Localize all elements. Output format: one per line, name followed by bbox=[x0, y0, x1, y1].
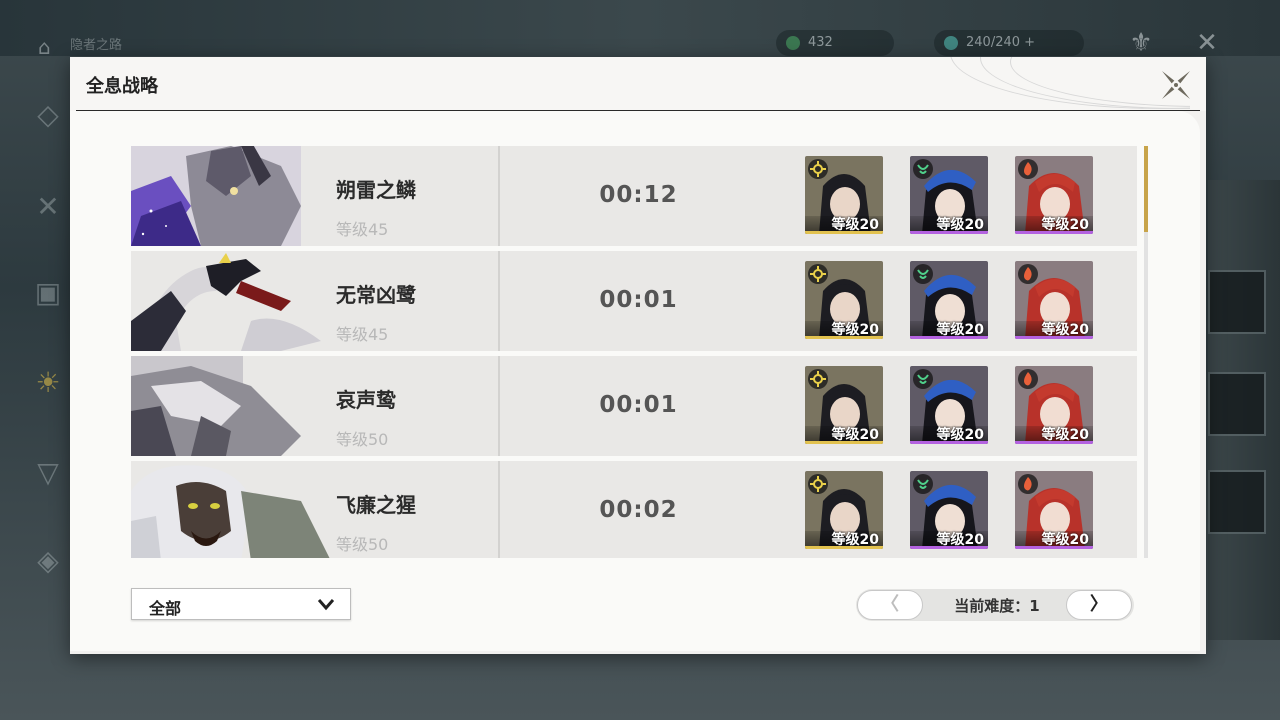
rarity-bar bbox=[910, 336, 988, 339]
side-nav-icon: ☀ bbox=[35, 366, 61, 399]
team-member-3[interactable]: 等级20 bbox=[1015, 366, 1093, 444]
spectro-icon bbox=[808, 474, 828, 494]
aero-icon bbox=[913, 369, 933, 389]
boss-record-list[interactable]: 朔雷之鳞 等级45 00:12 等级20 等级20 等级20 无常凶鹭 等级45… bbox=[131, 146, 1137, 558]
rarity-bar bbox=[910, 546, 988, 549]
boss-name: 朔雷之鳞 bbox=[336, 178, 416, 202]
side-nav-icon: ◈ bbox=[37, 544, 59, 577]
boss-record-row[interactable]: 无常凶鹭 等级45 00:01 等级20 等级20 等级20 bbox=[131, 251, 1137, 351]
team-member-3[interactable]: 等级20 bbox=[1015, 471, 1093, 549]
boss-portrait bbox=[131, 146, 331, 246]
row-divider bbox=[498, 251, 500, 351]
team-member-1[interactable]: 等级20 bbox=[805, 261, 883, 339]
scroll-thumb[interactable] bbox=[1144, 146, 1148, 232]
rarity-bar bbox=[805, 546, 883, 549]
side-nav-icon: ◇ bbox=[37, 98, 59, 131]
next-difficulty-button[interactable]: 〉 bbox=[1066, 590, 1132, 620]
currency-pill-1: 432 bbox=[776, 30, 894, 56]
spectro-icon bbox=[808, 264, 828, 284]
aero-icon bbox=[913, 264, 933, 284]
boss-level: 等级45 bbox=[336, 325, 389, 344]
boss-portrait bbox=[131, 251, 331, 351]
boss-record-row[interactable]: 飞廉之猩 等级50 00:02 等级20 等级20 等级20 bbox=[131, 461, 1137, 558]
boss-name: 飞廉之猩 bbox=[336, 493, 416, 517]
clear-time: 00:12 bbox=[599, 182, 678, 208]
header-decoration bbox=[910, 57, 1190, 111]
row-divider bbox=[498, 461, 500, 558]
fusion-icon bbox=[1018, 369, 1038, 389]
team-member-3[interactable]: 等级20 bbox=[1015, 261, 1093, 339]
currency-icon bbox=[786, 35, 800, 50]
bg-close-icon: ✕ bbox=[1196, 28, 1218, 58]
dialog-header: 全息战略 bbox=[70, 57, 1206, 111]
side-nav-icon: ▣ bbox=[34, 276, 62, 309]
fusion-icon bbox=[1018, 474, 1038, 494]
holographic-strategy-dialog: 全息战略 朔雷之鳞 等级45 00:12 等级20 等级20 等级20 无常凶鹭… bbox=[70, 57, 1206, 654]
filter-dropdown[interactable]: 全部 bbox=[131, 588, 351, 620]
rarity-bar bbox=[910, 441, 988, 444]
boss-portrait bbox=[131, 461, 331, 558]
team-member-2[interactable]: 等级20 bbox=[910, 471, 988, 549]
rarity-bar bbox=[910, 231, 988, 234]
background-card bbox=[1208, 372, 1266, 436]
stamina-icon bbox=[944, 35, 958, 50]
difficulty-pager: 〈 当前难度：1 〉 bbox=[856, 589, 1134, 621]
current-difficulty-label: 当前难度：1 bbox=[954, 597, 1040, 615]
aero-icon bbox=[913, 474, 933, 494]
fusion-icon bbox=[1018, 264, 1038, 284]
spectro-icon bbox=[808, 369, 828, 389]
currency-pill-2: 240/240 + bbox=[934, 30, 1084, 56]
rarity-bar bbox=[1015, 546, 1093, 549]
side-nav-icon: ▽ bbox=[37, 456, 59, 489]
dialog-title: 全息战略 bbox=[86, 76, 158, 97]
rarity-bar bbox=[805, 336, 883, 339]
clear-time: 00:01 bbox=[599, 392, 678, 418]
side-nav-icon: ✕ bbox=[36, 190, 60, 223]
background-card bbox=[1208, 470, 1266, 534]
filter-selected-label: 全部 bbox=[149, 599, 182, 618]
spectro-icon bbox=[808, 159, 828, 179]
team-member-2[interactable]: 等级20 bbox=[910, 366, 988, 444]
boss-record-row[interactable]: 朔雷之鳞 等级45 00:12 等级20 等级20 等级20 bbox=[131, 146, 1137, 246]
rarity-bar bbox=[1015, 336, 1093, 339]
team-member-2[interactable]: 等级20 bbox=[910, 261, 988, 339]
clear-time: 00:02 bbox=[599, 497, 678, 523]
background-card bbox=[1208, 270, 1266, 334]
list-scrollbar[interactable] bbox=[1144, 146, 1148, 558]
boss-portrait bbox=[131, 356, 331, 456]
boss-level: 等级45 bbox=[336, 220, 389, 239]
boss-level: 等级50 bbox=[336, 430, 389, 449]
team-member-1[interactable]: 等级20 bbox=[805, 366, 883, 444]
boss-name: 无常凶鹭 bbox=[336, 283, 416, 307]
aero-icon bbox=[913, 159, 933, 179]
row-divider bbox=[498, 146, 500, 246]
close-icon bbox=[1162, 71, 1190, 99]
fusion-icon bbox=[1018, 159, 1038, 179]
home-icon: ⌂ bbox=[38, 35, 51, 59]
team-member-2[interactable]: 等级20 bbox=[910, 156, 988, 234]
boss-name: 哀声鸷 bbox=[336, 388, 396, 412]
boss-record-row[interactable]: 哀声鸷 等级50 00:01 等级20 等级20 等级20 bbox=[131, 356, 1137, 456]
background-title: 隐者之路 bbox=[70, 38, 123, 53]
rarity-bar bbox=[1015, 231, 1093, 234]
clear-time: 00:01 bbox=[599, 287, 678, 313]
rarity-bar bbox=[805, 441, 883, 444]
team-member-1[interactable]: 等级20 bbox=[805, 471, 883, 549]
team-member-3[interactable]: 等级20 bbox=[1015, 156, 1093, 234]
game-hud-background bbox=[0, 0, 1280, 56]
guide-icon: ⚜ bbox=[1129, 28, 1153, 58]
chevron-down-icon bbox=[318, 599, 334, 611]
team-member-1[interactable]: 等级20 bbox=[805, 156, 883, 234]
boss-level: 等级50 bbox=[336, 535, 389, 554]
close-button[interactable] bbox=[1156, 65, 1196, 105]
prev-difficulty-button[interactable]: 〈 bbox=[857, 590, 923, 620]
row-divider bbox=[498, 356, 500, 456]
rarity-bar bbox=[1015, 441, 1093, 444]
rarity-bar bbox=[805, 231, 883, 234]
